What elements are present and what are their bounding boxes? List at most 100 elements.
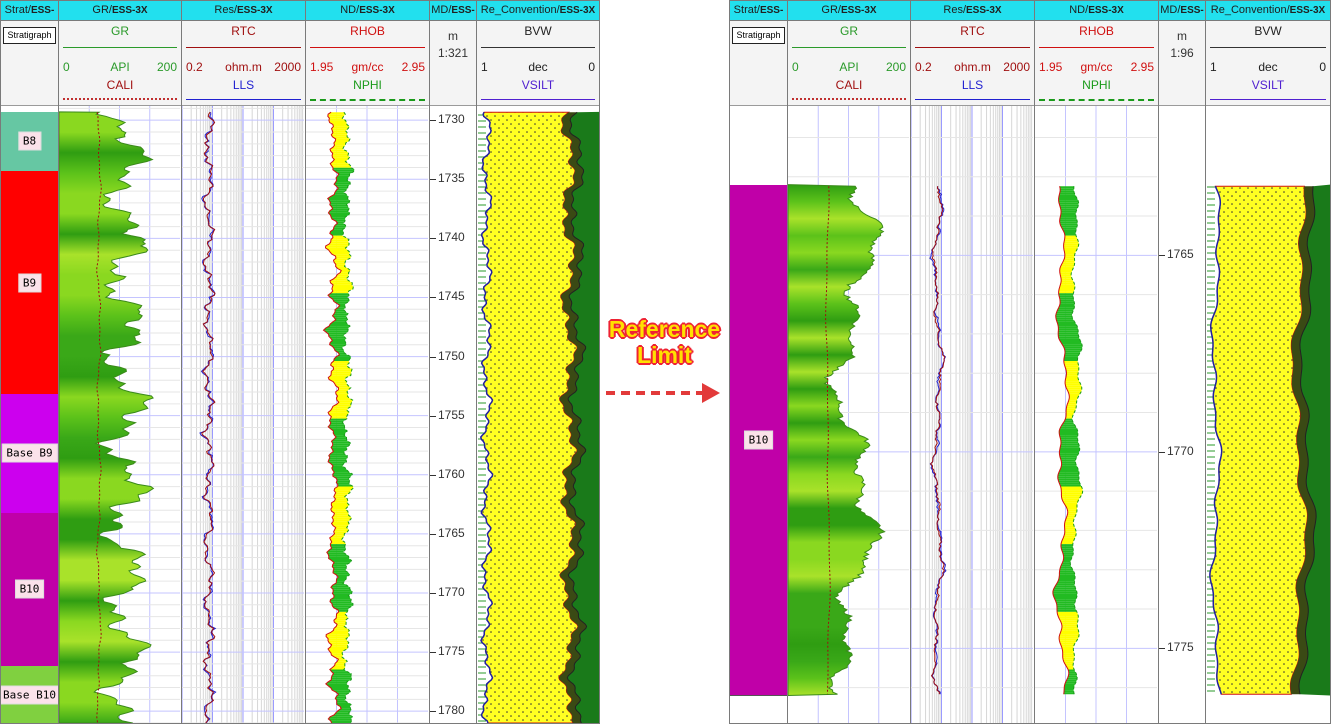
bvw-scale: 1 dec 0 <box>481 60 595 74</box>
depth-tick <box>430 533 436 535</box>
bvw-curve-name: BVW <box>524 24 552 38</box>
depth-tick-label: 1770 <box>438 584 465 599</box>
depth-tick <box>430 120 436 122</box>
strat-zone-label: B10 <box>14 579 45 599</box>
gr-scale: 0 API 200 <box>63 60 177 74</box>
depth-axis: 1765 1770 1775 <box>1159 106 1205 723</box>
depth-tick <box>430 297 436 299</box>
rtc-curve-name: RTC <box>231 24 256 38</box>
log-panel-zoomed-b10: Strat/ESS- Stratigraph B10 GR/ESS-3X GR … <box>729 0 1331 724</box>
stratigraphy-button[interactable]: Stratigraph <box>732 27 785 44</box>
depth-tick <box>430 356 436 358</box>
depth-tick <box>430 474 436 476</box>
cali-curve-name: CALI <box>835 78 863 92</box>
strat-zones: B8 B9 Base B9 B10 Base B10 <box>1 106 58 723</box>
depth-tick-label: 1735 <box>438 171 465 186</box>
nphi-curve-name: NPHI <box>1082 78 1111 92</box>
strat-track[interactable]: Strat/ESS- Stratigraph B10 <box>730 1 788 723</box>
grid <box>306 106 428 723</box>
depth-tick-label: 1760 <box>438 466 465 481</box>
nphi-curve-name: NPHI <box>353 78 382 92</box>
reconvention-track[interactable]: Re_Convention/ESS-3X BVW 1 dec 0 VSILT <box>477 1 599 723</box>
strat-track[interactable]: Strat/ESS- Stratigraph B8 B9 Base B9 B10 Bas… <box>1 1 59 723</box>
strat-zone-label: Base B9 <box>1 443 58 463</box>
depth-tick <box>430 592 436 594</box>
res-track[interactable]: Res/ESS-3X RTC 0.2 ohm.m 2000 LLS <box>182 1 306 723</box>
vsilt-curve-name: VSILT <box>521 78 555 92</box>
nd-track[interactable]: ND/ESS-3X RHOB 1.95 gm/cc 2.95 NPHI <box>306 1 430 723</box>
depth-tick <box>1159 255 1165 257</box>
strat-zone[interactable]: B10 <box>1 512 58 668</box>
strat-zone[interactable]: B8 <box>1 111 58 172</box>
nd-scale: 1.95 gm/cc 2.95 <box>310 60 425 74</box>
md-scale: 1:321 <box>437 46 469 60</box>
nd-plot <box>1035 106 1158 723</box>
lithology-plot <box>1206 106 1330 723</box>
strat-zone[interactable]: Base B9 <box>1 394 58 514</box>
nd-plot <box>306 106 429 723</box>
strat-zone-label: B10 <box>743 430 774 450</box>
gr-curve-name: GR <box>111 24 129 38</box>
depth-tick-label: 1730 <box>438 112 465 127</box>
vsilt-curve-name: VSILT <box>1251 78 1285 92</box>
sand-fill <box>1209 185 1309 695</box>
md-unit: m <box>448 29 458 43</box>
depth-tick-label: 1765 <box>1167 247 1194 262</box>
lls-curve-name: LLS <box>961 78 984 92</box>
gr-track[interactable]: GR/ESS-3X GR 0 API 200 CALI <box>788 1 911 723</box>
reference-limit-annotation: Reference Limit <box>600 310 729 410</box>
cali-curve-name: CALI <box>106 78 134 92</box>
strat-zone-label: B9 <box>17 273 42 293</box>
grid <box>1035 106 1157 723</box>
md-track[interactable]: MD/ESS- m 1:321 1730 1735 1740 1745 1750 1755… <box>430 1 477 723</box>
gr-plot <box>788 106 910 723</box>
gr-curve-name: GR <box>840 24 858 38</box>
reconvention-track[interactable]: Re_Convention/ESS-3X BVW 1 dec 0 VSILT <box>1206 1 1330 723</box>
stratigraphy-button[interactable]: Stratigraph <box>3 27 56 44</box>
strat-zone[interactable]: Base B10 <box>1 666 58 723</box>
depth-tick-label: 1780 <box>438 703 465 718</box>
gr-curve-fill <box>59 111 155 723</box>
depth-tick <box>430 238 436 240</box>
nd-scale: 1.95 gm/cc 2.95 <box>1039 60 1154 74</box>
md-unit: m <box>1177 29 1187 43</box>
depth-tick-label: 1740 <box>438 230 465 245</box>
gr-track[interactable]: GR/ESS-3X GR 0 API 200 CALI <box>59 1 182 723</box>
gr-curve-fill <box>788 184 886 696</box>
md-track[interactable]: MD/ESS- m 1:96 1765 1770 1775 <box>1159 1 1206 723</box>
strat-zone[interactable]: B9 <box>1 171 58 396</box>
rhob-curve-name: RHOB <box>1079 24 1114 38</box>
depth-tick <box>430 179 436 181</box>
md-scale: 1:96 <box>1170 46 1194 60</box>
depth-tick-label: 1775 <box>1167 640 1194 655</box>
depth-tick-label: 1770 <box>1167 443 1194 458</box>
bvw-curve-name: BVW <box>1254 24 1282 38</box>
strat-zone-label: Base B10 <box>1 685 58 705</box>
lithology-plot <box>477 106 599 723</box>
strat-zone[interactable]: B10 <box>730 184 787 697</box>
depth-tick-label: 1755 <box>438 407 465 422</box>
lls-curve-name: LLS <box>232 78 255 92</box>
rtc-curve-name: RTC <box>960 24 985 38</box>
depth-tick <box>1159 648 1165 650</box>
bvw-scale: 1 dec 0 <box>1210 60 1326 74</box>
rhob-curve-name: RHOB <box>350 24 385 38</box>
res-plot <box>182 106 305 723</box>
nd-track[interactable]: ND/ESS-3X RHOB 1.95 gm/cc 2.95 NPHI <box>1035 1 1159 723</box>
depth-tick <box>1159 451 1165 453</box>
depth-tick-label: 1765 <box>438 525 465 540</box>
dashed-arrow-icon <box>606 383 720 403</box>
strat-zone-label: B8 <box>17 131 42 151</box>
depth-tick-label: 1775 <box>438 644 465 659</box>
gr-scale: 0 API 200 <box>792 60 906 74</box>
grid <box>911 106 1033 723</box>
res-scale: 0.2 ohm.m 2000 <box>915 60 1030 74</box>
depth-tick-label: 1750 <box>438 348 465 363</box>
res-scale: 0.2 ohm.m 2000 <box>186 60 301 74</box>
gr-plot <box>59 106 181 723</box>
depth-tick <box>430 711 436 713</box>
res-track[interactable]: Res/ESS-3X RTC 0.2 ohm.m 2000 LLS <box>911 1 1035 723</box>
log-panel-full-interval: Strat/ESS- Stratigraph B8 B9 Base B9 B10 Bas… <box>0 0 600 724</box>
strat-zones: B10 <box>730 106 787 723</box>
res-plot <box>911 106 1034 723</box>
